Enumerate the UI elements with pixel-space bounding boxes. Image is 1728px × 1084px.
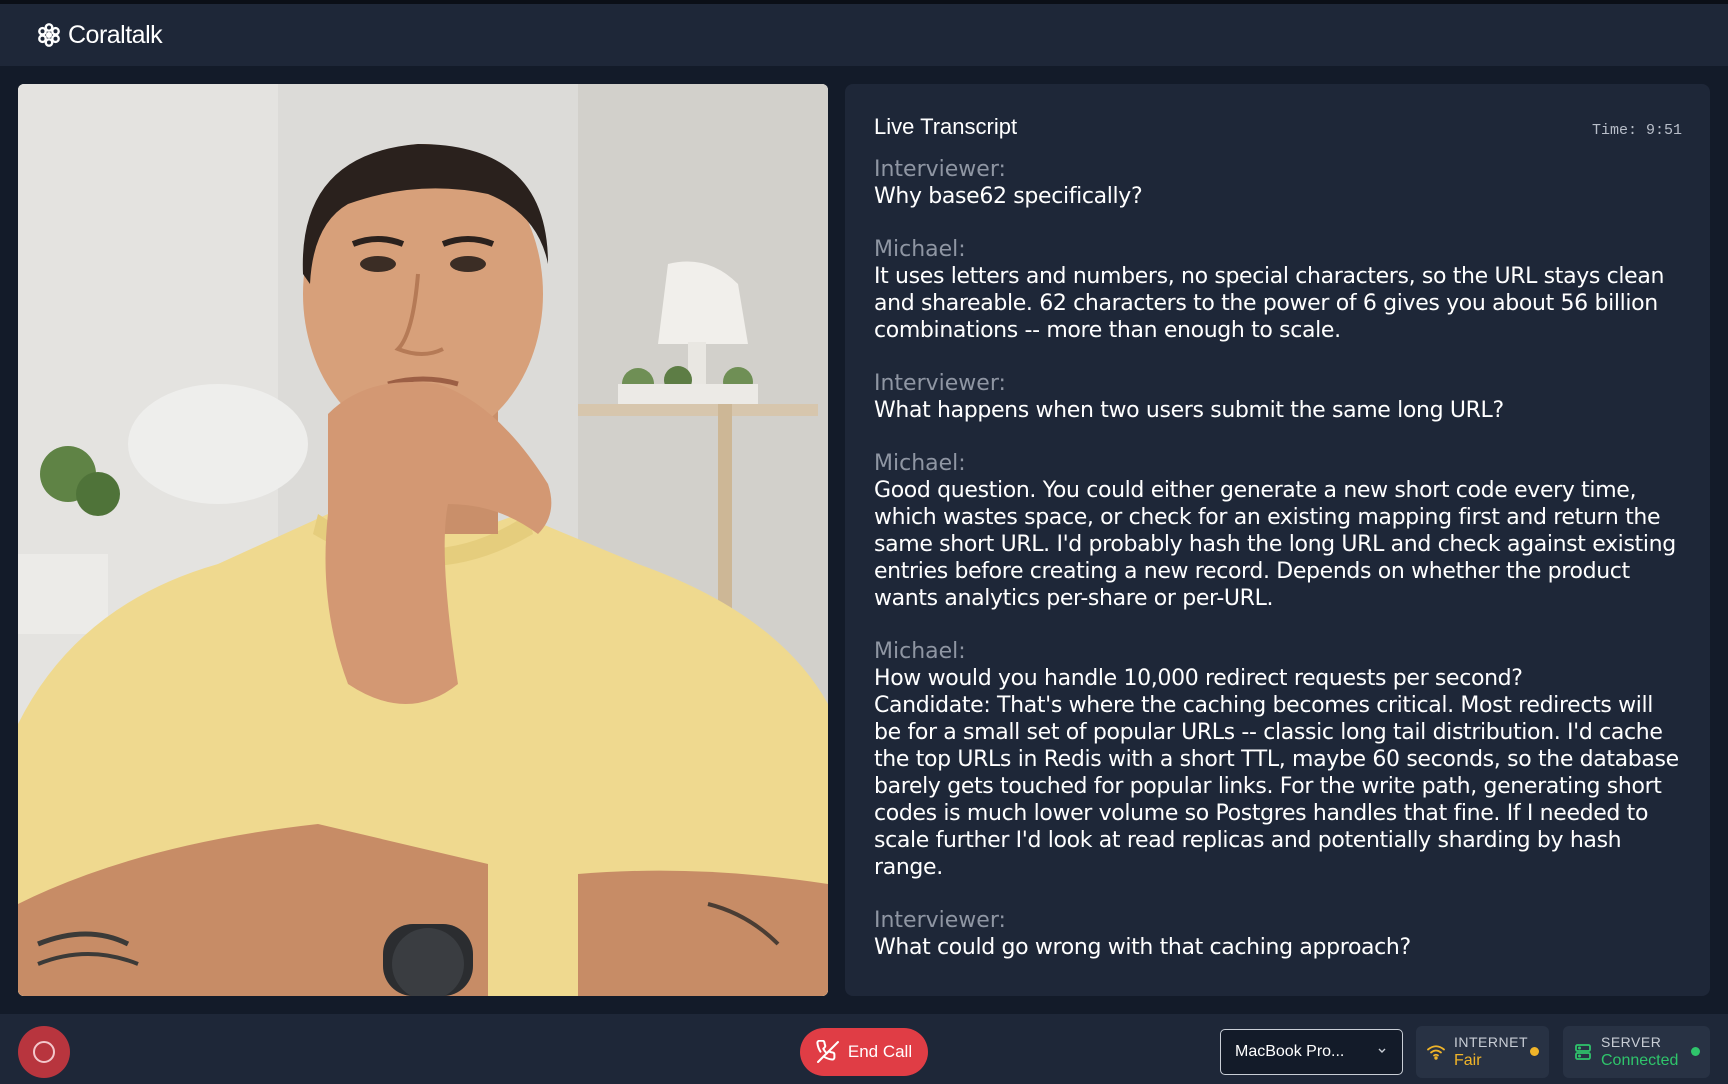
speaker-name: Michael: <box>874 451 966 476</box>
server-icon <box>1575 1044 1591 1060</box>
app-logo[interactable]: Coraltalk <box>36 20 163 50</box>
transcript-entry: Interviewer: What could go wrong with th… <box>874 907 1682 961</box>
app-name: Coraltalk <box>68 20 163 49</box>
end-call-button[interactable]: End Call <box>800 1028 928 1076</box>
chevron-down-icon <box>1378 1048 1386 1053</box>
internet-status-dot <box>1530 1047 1539 1056</box>
internet-status[interactable]: INTERNET Fair <box>1416 1026 1549 1078</box>
app-header: Coraltalk <box>0 4 1728 66</box>
server-value: Connected <box>1601 1052 1679 1069</box>
coraltalk-logo-icon <box>38 23 60 47</box>
device-select-value: MacBook Pro... <box>1235 1043 1345 1060</box>
participant-video <box>18 84 828 996</box>
server-status[interactable]: SERVER Connected <box>1563 1026 1710 1078</box>
transcript-entry: Michael: Good question. You could either… <box>874 450 1682 612</box>
record-button[interactable] <box>18 1026 70 1078</box>
call-timer: Time: 9:51 <box>1591 122 1682 139</box>
server-label: SERVER <box>1601 1034 1662 1050</box>
speaker-name: Michael: <box>874 237 966 262</box>
message-text: What happens when two users submit the s… <box>874 398 1504 423</box>
transcript-entry: Michael: How would you handle 10,000 red… <box>874 638 1682 881</box>
transcript-title: Live Transcript <box>874 114 1018 139</box>
message-text: What could go wrong with that caching ap… <box>874 935 1411 960</box>
device-select[interactable]: MacBook Pro... <box>1220 1029 1403 1075</box>
server-status-dot <box>1691 1047 1700 1056</box>
message-text: It uses letters and numbers, no special … <box>874 264 1665 343</box>
wifi-icon <box>1427 1045 1445 1060</box>
speaker-name: Interviewer: <box>874 371 1006 396</box>
transcript-header: Live Transcript Time: 9:51 <box>874 114 1682 148</box>
internet-value: Fair <box>1454 1052 1482 1069</box>
message-text: How would you handle 10,000 redirect req… <box>874 666 1679 880</box>
transcript-entry: Interviewer: Why base62 specifically? <box>874 156 1682 210</box>
participant-video-image <box>18 84 828 996</box>
speaker-name: Interviewer: <box>874 157 1006 182</box>
end-call-label: End Call <box>847 1042 913 1061</box>
call-controls-bar: End Call MacBook Pro... INTERNET Fair SE… <box>0 1014 1728 1084</box>
speaker-name: Michael: <box>874 639 966 664</box>
live-transcript-panel: Live Transcript Time: 9:51 Interviewer: … <box>845 84 1710 996</box>
speaker-name: Interviewer: <box>874 908 1006 933</box>
message-text: Good question. You could either generate… <box>874 478 1676 611</box>
internet-label: INTERNET <box>1454 1034 1528 1050</box>
transcript-entry: Interviewer: What happens when two users… <box>874 370 1682 424</box>
internet-status-text: INTERNET Fair <box>1454 1033 1528 1071</box>
message-text: Why base62 specifically? <box>874 184 1143 209</box>
transcript-entry: Michael: It uses letters and numbers, no… <box>874 236 1682 344</box>
phone-hangup-icon <box>816 1040 839 1063</box>
record-icon <box>33 1041 55 1063</box>
server-status-text: SERVER Connected <box>1601 1033 1678 1071</box>
video-call-app: Coraltalk Live Transcript Time: 9:51 Int… <box>0 0 1728 1084</box>
transcript-list[interactable]: Interviewer: Why base62 specifically? Mi… <box>874 156 1682 961</box>
